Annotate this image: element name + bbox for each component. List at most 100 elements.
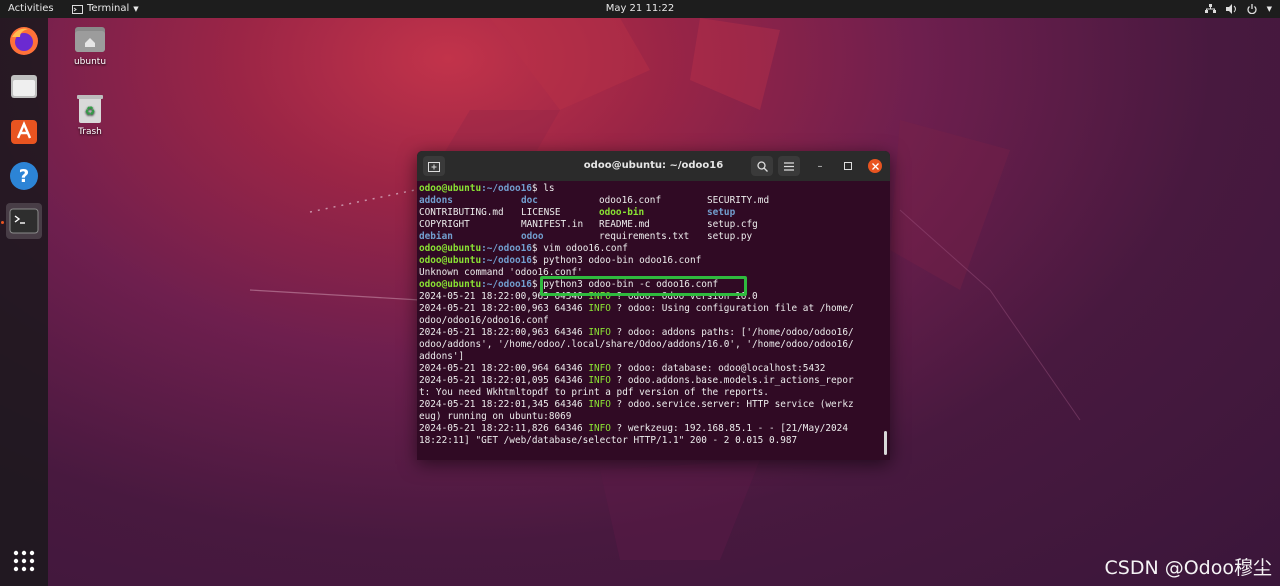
app-grid-icon bbox=[13, 550, 35, 572]
prompt-path: :~/odoo16 bbox=[481, 243, 532, 254]
chevron-down-icon: ▼ bbox=[1266, 5, 1272, 13]
app-menu-terminal[interactable]: Terminal ▼ bbox=[72, 3, 139, 15]
prompt-user: odoo@ubuntu bbox=[419, 279, 482, 290]
log-line: 2024-05-21 18:22:00,964 64346 INFO ? odo… bbox=[419, 363, 885, 375]
terminal-window[interactable]: odoo@ubuntu: ~/odoo16 – odoo@ubuntu:~/od… bbox=[417, 151, 890, 460]
log-message: ? odoo: database: odoo@localhost:5432 bbox=[610, 363, 826, 374]
command-text: python3 odoo-bin odoo16.conf bbox=[543, 255, 702, 266]
log-timestamp: 2024-05-21 18:22:00,964 64346 bbox=[419, 363, 589, 374]
volume-icon bbox=[1225, 4, 1236, 14]
search-icon bbox=[756, 160, 768, 172]
clock[interactable]: May 21 11:22 bbox=[606, 3, 675, 14]
command-text: vim odoo16.conf bbox=[543, 243, 628, 254]
dock-files[interactable] bbox=[6, 68, 42, 104]
terminal-output[interactable]: odoo@ubuntu:~/odoo16$ ls addons doc odoo16.… bbox=[419, 183, 885, 458]
log-level: INFO bbox=[588, 423, 611, 434]
log-message: odoo/addons', '/home/odoo/.local/share/O… bbox=[419, 339, 854, 350]
ls-entry: SECURITY.md bbox=[707, 195, 770, 206]
chevron-down-icon: ▼ bbox=[133, 5, 139, 13]
svg-text:?: ? bbox=[19, 166, 29, 187]
log-line: 2024-05-21 18:22:00,963 64346 INFO ? odo… bbox=[419, 303, 885, 315]
desktop-trash[interactable]: ♻ Trash bbox=[60, 94, 120, 137]
ls-row: debian odoo requirements.txt setup.py bbox=[419, 231, 885, 243]
menu-button[interactable] bbox=[778, 156, 800, 176]
running-indicator bbox=[1, 221, 4, 224]
app-menu-label: Terminal bbox=[87, 3, 130, 14]
home-folder-icon bbox=[75, 27, 105, 52]
network-icon bbox=[1204, 4, 1216, 13]
prompt-line: odoo@ubuntu:~/odoo16$ vim odoo16.conf bbox=[419, 243, 885, 255]
prompt-symbol: $ bbox=[531, 183, 544, 194]
log-message: t: You need Wkhtmltopdf to print a pdf v… bbox=[419, 387, 769, 398]
ls-entry: odoo16.conf bbox=[599, 195, 662, 206]
top-bar: Activities Terminal ▼ May 21 11:22 ▼ bbox=[0, 0, 1280, 18]
show-applications-button[interactable] bbox=[6, 543, 42, 579]
log-message: addons'] bbox=[419, 351, 465, 362]
log-message: ? odoo: Using configuration file at /hom… bbox=[610, 303, 854, 314]
log-message: ? odoo.service.server: HTTP service (wer… bbox=[610, 399, 854, 410]
log-timestamp: 2024-05-21 18:22:01,345 64346 bbox=[419, 399, 589, 410]
log-level: INFO bbox=[588, 399, 611, 410]
dock-software[interactable] bbox=[6, 113, 42, 149]
log-continuation: odoo/odoo16/odoo16.conf bbox=[419, 315, 885, 327]
ls-entry: CONTRIBUTING.md bbox=[419, 207, 504, 218]
prompt-user: odoo@ubuntu bbox=[419, 255, 482, 266]
log-line: 2024-05-21 18:22:01,095 64346 INFO ? odo… bbox=[419, 375, 885, 387]
dock-help[interactable]: ? bbox=[6, 158, 42, 194]
ls-entry: doc bbox=[521, 195, 538, 206]
prompt-path: :~/odoo16 bbox=[481, 183, 532, 194]
log-level: INFO bbox=[588, 327, 611, 338]
ls-entry: LICENSE bbox=[521, 207, 561, 218]
prompt-path: :~/odoo16 bbox=[481, 255, 532, 266]
desktop-home-folder[interactable]: ubuntu bbox=[60, 24, 120, 67]
ls-row: CONTRIBUTING.md LICENSE odoo-bin setup bbox=[419, 207, 885, 219]
ls-entry: debian bbox=[419, 231, 453, 242]
ls-entry: odoo-bin bbox=[599, 207, 645, 218]
terminal-icon bbox=[9, 208, 39, 234]
ls-entry: addons bbox=[419, 195, 453, 206]
system-tray[interactable]: ▼ bbox=[1204, 3, 1272, 15]
ls-row: COPYRIGHT MANIFEST.in README.md setup.cfg bbox=[419, 219, 885, 231]
prompt-path: :~/odoo16 bbox=[481, 279, 532, 290]
maximize-icon bbox=[844, 162, 852, 170]
dock-firefox[interactable] bbox=[6, 23, 42, 59]
minimize-button[interactable]: – bbox=[813, 159, 827, 173]
log-continuation: t: You need Wkhtmltopdf to print a pdf v… bbox=[419, 387, 885, 399]
terminal-scrollbar[interactable] bbox=[884, 431, 887, 455]
ls-entry: setup.py bbox=[707, 231, 753, 242]
files-icon bbox=[11, 75, 37, 98]
terminal-titlebar[interactable]: odoo@ubuntu: ~/odoo16 – bbox=[417, 151, 890, 181]
svg-text:♻: ♻ bbox=[85, 104, 96, 118]
ls-entry: setup bbox=[707, 207, 736, 218]
log-message: ? odoo.addons.base.models.ir_actions_rep… bbox=[610, 375, 854, 386]
ls-entry: MANIFEST.in bbox=[521, 219, 584, 230]
ls-entry: odoo bbox=[521, 231, 544, 242]
prompt-line: odoo@ubuntu:~/odoo16$ ls bbox=[419, 183, 885, 195]
dock-terminal[interactable] bbox=[6, 203, 42, 239]
firefox-icon bbox=[10, 27, 38, 55]
log-continuation: odoo/addons', '/home/odoo/.local/share/O… bbox=[419, 339, 885, 351]
prompt-line: odoo@ubuntu:~/odoo16$ python3 odoo-bin o… bbox=[419, 255, 885, 267]
close-button[interactable] bbox=[868, 159, 882, 173]
prompt-user: odoo@ubuntu bbox=[419, 243, 482, 254]
log-level: INFO bbox=[588, 363, 611, 374]
activities-button[interactable]: Activities bbox=[8, 3, 54, 15]
command-text: ls bbox=[543, 183, 555, 194]
ls-entry: COPYRIGHT bbox=[419, 219, 470, 230]
log-timestamp: 2024-05-21 18:22:01,095 64346 bbox=[419, 375, 589, 386]
help-icon: ? bbox=[10, 162, 38, 190]
minimize-icon: – bbox=[817, 160, 823, 172]
log-continuation: eug) running on ubuntu:8069 bbox=[419, 411, 885, 423]
highlight-box bbox=[540, 276, 747, 296]
log-continuation: addons'] bbox=[419, 351, 885, 363]
ls-entry: requirements.txt bbox=[599, 231, 690, 242]
log-timestamp: 2024-05-21 18:22:11,826 64346 bbox=[419, 423, 589, 434]
search-button[interactable] bbox=[751, 156, 773, 176]
prompt-symbol: $ bbox=[531, 255, 544, 266]
ls-row: addons doc odoo16.conf SECURITY.md bbox=[419, 195, 885, 207]
log-line: 2024-05-21 18:22:11,826 64346 INFO ? wer… bbox=[419, 423, 885, 435]
prompt-symbol: $ bbox=[531, 243, 544, 254]
log-line: 2024-05-21 18:22:01,345 64346 INFO ? odo… bbox=[419, 399, 885, 411]
trash-icon: ♻ bbox=[77, 95, 103, 123]
maximize-button[interactable] bbox=[841, 159, 855, 173]
